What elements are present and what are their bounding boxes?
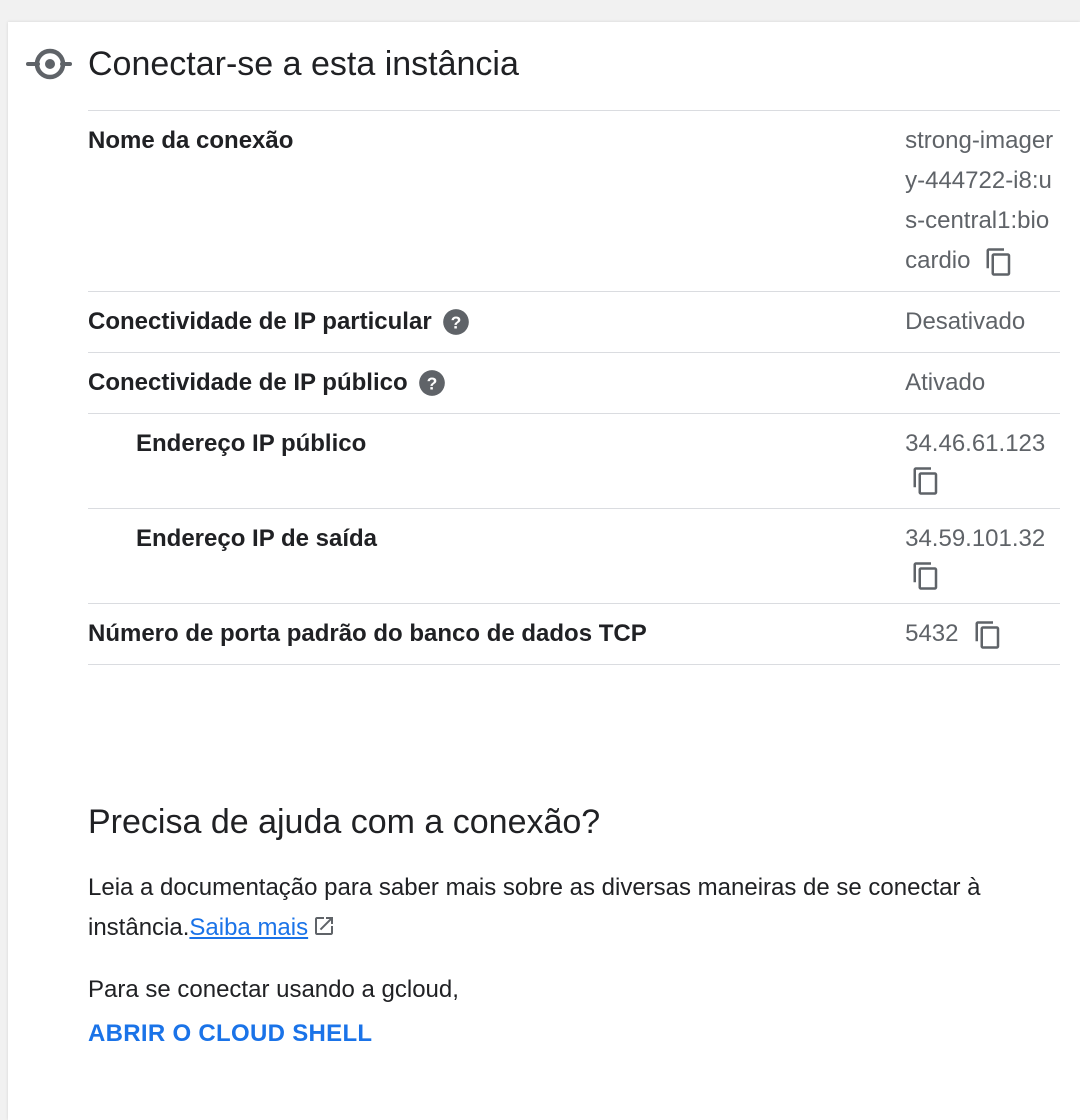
gcloud-text: Para se conectar usando a gcloud,: [88, 976, 459, 1003]
copy-outgoing-address-icon[interactable]: [911, 561, 941, 591]
outgoing-address-cell: 34.59.101.32: [905, 508, 1060, 604]
copy-connection-name-icon[interactable]: [984, 247, 1014, 277]
private-ip-label: Conectividade de IP particular: [88, 308, 432, 335]
table-row: Endereço IP de saída 34.59.101.32: [88, 508, 1060, 604]
private-ip-label-cell: Conectividade de IP particular ?: [88, 291, 906, 353]
open-cloud-shell-button[interactable]: ABRIR O CLOUD SHELL: [88, 1014, 372, 1054]
connection-icon: [26, 48, 72, 80]
public-ip-label-cell: Conectividade de IP público ?: [88, 352, 906, 414]
help-description-block: Leia a documentação para saber mais sobr…: [88, 868, 1060, 948]
help-title: Precisa de ajuda com a conexão?: [88, 803, 601, 841]
help-icon[interactable]: ?: [418, 369, 446, 397]
table-row: Número de porta padrão do banco de dados…: [88, 603, 1060, 665]
table-row: Conectividade de IP público ? Ativado: [88, 352, 1060, 414]
learn-more-link[interactable]: Saiba mais: [189, 914, 308, 941]
connection-info-table: Nome da conexão strong-imagery-444722-i8…: [88, 110, 1060, 665]
tcp-port-cell: 5432: [905, 603, 1060, 665]
public-address-label: Endereço IP público: [88, 413, 906, 509]
table-row: Endereço IP público 34.46.61.123: [88, 413, 1060, 509]
svg-text:?: ?: [450, 312, 461, 332]
copy-tcp-port-icon[interactable]: [973, 620, 1003, 650]
public-ip-label: Conectividade de IP público: [88, 369, 408, 396]
table-row: Nome da conexão strong-imagery-444722-i8…: [88, 110, 1060, 292]
tcp-port-label: Número de porta padrão do banco de dados…: [88, 603, 906, 665]
connection-name-label: Nome da conexão: [88, 110, 906, 292]
public-address-value: 34.46.61.123: [905, 430, 1046, 457]
table-row: Conectividade de IP particular ? Desativ…: [88, 291, 1060, 353]
help-section: Precisa de ajuda com a conexão? Leia a d…: [88, 800, 1060, 1054]
copy-public-address-icon[interactable]: [911, 466, 941, 496]
external-link-icon[interactable]: [312, 914, 336, 938]
svg-text:?: ?: [426, 373, 437, 393]
help-icon[interactable]: ?: [442, 308, 470, 336]
connection-name-cell: strong-imagery-444722-i8:us-central1:bio…: [905, 110, 1060, 292]
connection-name-value: strong-imagery-444722-i8:us-central1:bio…: [905, 127, 1054, 274]
private-ip-value: Desativado: [905, 291, 1060, 353]
section-header: Conectar-se a esta instância: [26, 44, 519, 84]
public-address-cell: 34.46.61.123: [905, 413, 1060, 509]
page-title: Conectar-se a esta instância: [88, 45, 519, 83]
outgoing-address-value: 34.59.101.32: [905, 525, 1046, 552]
outgoing-address-label: Endereço IP de saída: [88, 508, 906, 604]
tcp-port-value: 5432: [905, 620, 959, 647]
public-ip-value: Ativado: [905, 352, 1060, 414]
